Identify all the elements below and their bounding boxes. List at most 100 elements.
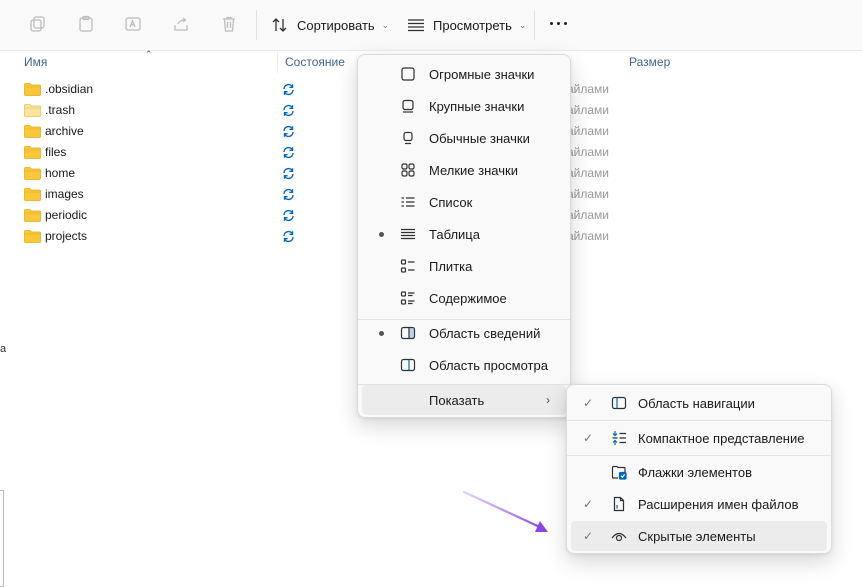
details-view-icon <box>408 19 424 32</box>
file-extensions-icon <box>611 496 627 512</box>
menu-item-compact-view[interactable]: ✓ Компактное представление <box>571 423 827 453</box>
folder-icon <box>24 167 41 180</box>
sync-status-icon <box>283 188 294 201</box>
details-icon <box>400 226 416 242</box>
sync-status-icon <box>283 230 294 243</box>
menu-item-label: Область навигации <box>638 395 755 411</box>
menu-item-label: Таблица <box>429 226 480 242</box>
chevron-down-icon: ⌄ <box>381 19 390 30</box>
menu-item-show[interactable]: Показать › <box>362 385 566 415</box>
folder-icon <box>24 230 41 243</box>
sync-status-icon <box>283 104 294 117</box>
column-header-name[interactable]: Имя <box>24 55 47 69</box>
tiles-icon <box>400 258 416 274</box>
menu-item-tiles[interactable]: Плитка <box>362 251 566 281</box>
folder-icon <box>24 104 41 117</box>
menu-item-item-checkboxes[interactable]: Флажки элементов <box>571 457 827 487</box>
file-name: .obsidian <box>45 82 94 96</box>
menu-item-label: Мелкие значки <box>429 162 518 178</box>
toolbar-divider <box>256 10 257 40</box>
status-text: айлами <box>567 124 610 138</box>
compact-view-icon <box>611 430 627 446</box>
sync-status-icon <box>283 209 294 222</box>
column-divider[interactable] <box>277 51 278 73</box>
status-text: айлами <box>567 229 610 243</box>
menu-item-label: Содержимое <box>429 290 507 306</box>
column-header-status[interactable]: Состояние <box>285 55 345 69</box>
menu-separator <box>567 455 831 456</box>
annotation-arrow-icon <box>462 490 548 532</box>
small-icons-icon <box>400 162 416 178</box>
item-checkboxes-icon <box>611 464 627 480</box>
sync-status-icon <box>283 167 294 180</box>
menu-item-label: Плитка <box>429 258 473 274</box>
menu-item-medium-icons[interactable]: Обычные значки <box>362 123 566 153</box>
selected-bullet-icon <box>379 330 384 336</box>
copy-icon[interactable] <box>28 14 48 34</box>
show-submenu: ✓ Область навигации ✓ Компактное предста… <box>566 384 832 554</box>
menu-item-small-icons[interactable]: Мелкие значки <box>362 155 566 185</box>
sort-label: Сортировать <box>297 17 375 33</box>
navigation-pane-icon <box>611 395 627 411</box>
chevron-right-icon: › <box>546 393 550 407</box>
menu-item-navigation-pane[interactable]: ✓ Область навигации <box>571 388 827 418</box>
list-icon <box>400 194 416 210</box>
menu-item-extra-large-icons[interactable]: Огромные значки <box>362 59 566 89</box>
rename-icon[interactable] <box>123 14 143 34</box>
sync-status-icon <box>283 125 294 138</box>
menu-item-content[interactable]: Содержимое <box>362 283 566 313</box>
clipped-text-fragment: a <box>0 343 7 355</box>
content-icon <box>400 290 416 306</box>
sync-status-icon <box>283 83 294 96</box>
command-bar: Сортировать ⌄ Просмотреть ⌄ <box>0 0 862 51</box>
menu-item-label: Список <box>429 194 473 210</box>
status-text: айлами <box>567 208 610 222</box>
status-text: айлами <box>567 103 610 117</box>
menu-item-details[interactable]: Таблица <box>362 219 566 249</box>
menu-item-list[interactable]: Список <box>362 187 566 217</box>
view-label: Просмотреть <box>433 17 512 33</box>
file-name: archive <box>45 124 84 138</box>
menu-item-file-extensions[interactable]: ✓ Расширения имен файлов <box>571 489 827 519</box>
sync-status-icon <box>283 146 294 159</box>
menu-item-preview-pane[interactable]: Область просмотра <box>362 350 566 380</box>
more-horizontal-icon[interactable] <box>550 22 571 25</box>
menu-item-details-pane[interactable]: Область сведений <box>362 318 566 348</box>
file-name: files <box>45 145 67 159</box>
menu-item-label: Область сведений <box>429 325 541 341</box>
chevron-down-icon: ⌄ <box>518 19 527 30</box>
folder-icon <box>24 125 41 138</box>
menu-item-label: Огромные значки <box>429 66 535 82</box>
menu-item-label: Компактное представление <box>638 430 805 446</box>
sort-button[interactable]: Сортировать ⌄ <box>271 13 389 37</box>
view-button[interactable]: Просмотреть ⌄ <box>407 13 526 37</box>
view-menu: Огромные значки Крупные значки Обычные з… <box>357 54 571 418</box>
preview-pane-icon <box>400 357 416 373</box>
menu-item-label: Расширения имен файлов <box>638 496 799 512</box>
checkmark-icon: ✓ <box>583 529 594 543</box>
toolbar-divider <box>534 10 535 40</box>
folder-icon <box>24 83 41 96</box>
column-header-size[interactable]: Размер <box>629 55 670 69</box>
delete-icon[interactable] <box>219 14 239 34</box>
menu-item-label: Обычные значки <box>429 130 530 146</box>
menu-item-label: Показать <box>429 392 485 408</box>
status-text: айлами <box>567 145 610 159</box>
paste-icon[interactable] <box>76 14 96 34</box>
menu-item-large-icons[interactable]: Крупные значки <box>362 91 566 121</box>
sort-ascending-icon: ⌃ <box>145 49 153 59</box>
menu-item-label: Скрытые элементы <box>638 528 756 544</box>
menu-item-hidden-items[interactable]: ✓ Скрытые элементы <box>571 521 827 551</box>
status-text: айлами <box>567 166 610 180</box>
folder-icon <box>24 146 41 159</box>
file-name: images <box>45 187 84 201</box>
selected-bullet-icon <box>379 231 384 237</box>
folder-icon <box>24 209 41 222</box>
file-name: projects <box>45 229 88 243</box>
status-text: айлами <box>567 82 610 96</box>
menu-separator <box>567 420 831 421</box>
folder-icon <box>24 188 41 201</box>
share-icon[interactable] <box>171 14 191 34</box>
extra-large-icons-icon <box>400 66 416 82</box>
status-text: айлами <box>567 187 610 201</box>
